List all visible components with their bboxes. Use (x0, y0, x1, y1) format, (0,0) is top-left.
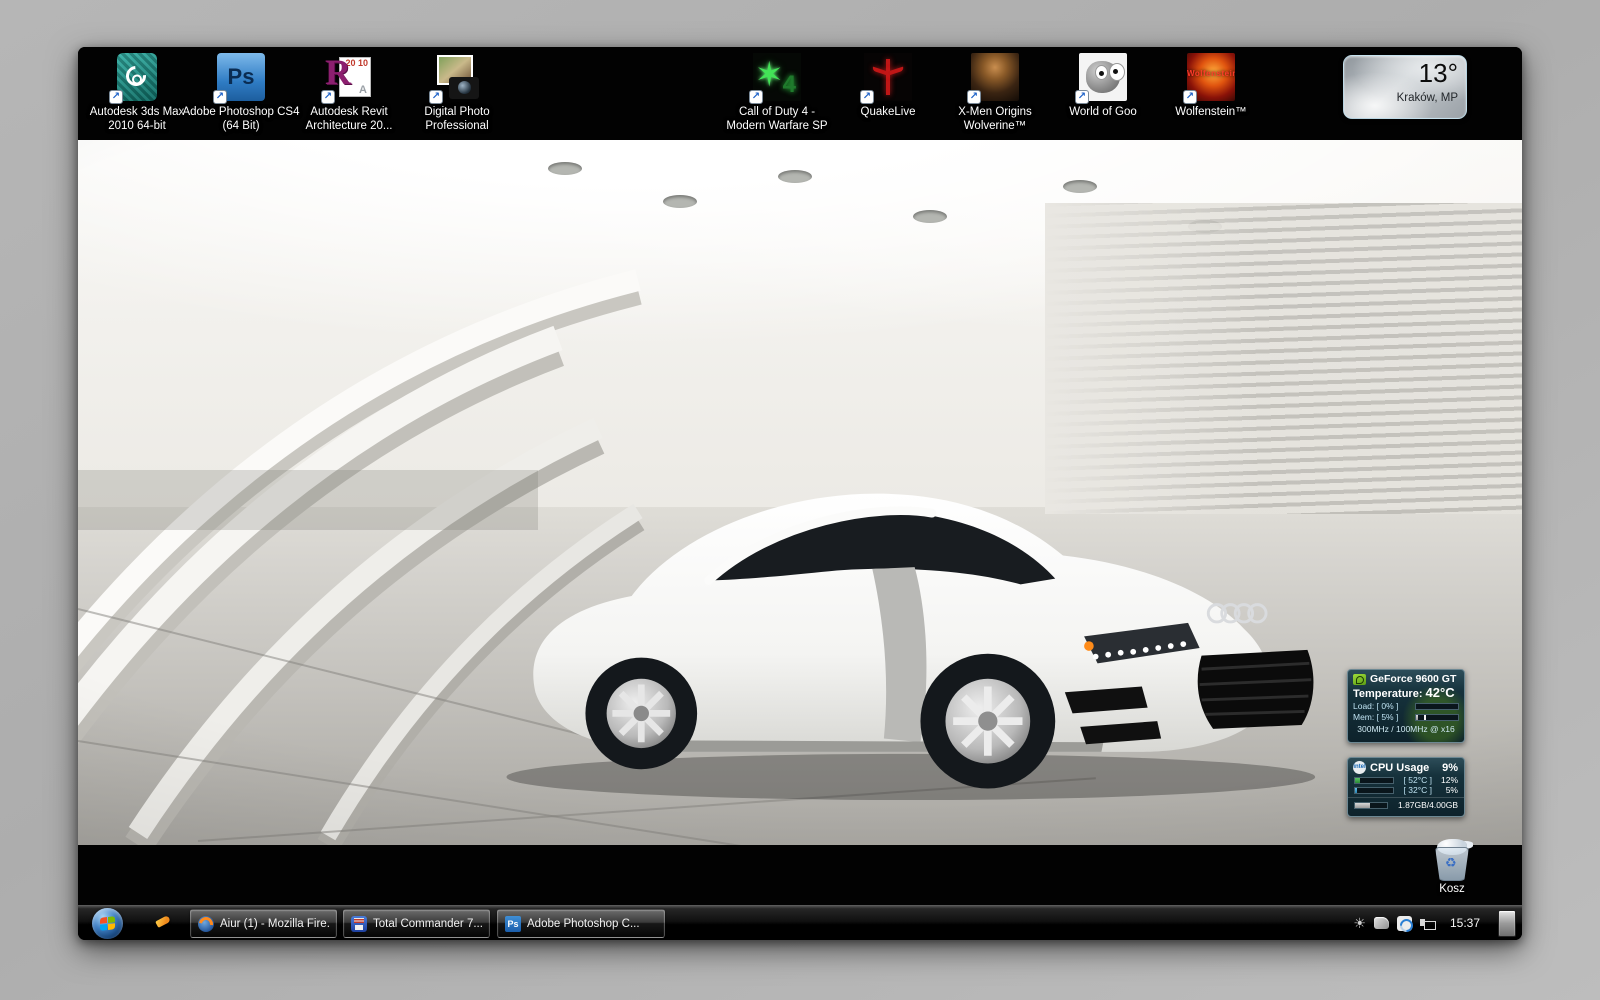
start-button[interactable] (92, 908, 123, 939)
cpu-core1-temp: [ 52°C ] (1398, 775, 1432, 785)
shortcut-arrow-icon: ↗ (860, 90, 874, 104)
desktop-icon-wolfenstein[interactable]: Wolfenstein ↗ Wolfenstein™ (1152, 53, 1270, 119)
shortcut-arrow-icon: ↗ (213, 90, 227, 104)
nvidia-logo-icon (1353, 674, 1366, 685)
gpu-temperature: Temperature: 42°C (1348, 685, 1464, 700)
gpu-mem-label: Mem: [ 5% ] (1353, 712, 1412, 722)
cpu-memory-row: 1.87GB/4.00GB (1348, 797, 1464, 810)
desktop-icon-label: Autodesk Revit Architecture 20... (290, 105, 408, 134)
taskbar-task-photoshop[interactable]: Ps Adobe Photoshop C... (497, 909, 665, 938)
desktop-bottom-band (78, 845, 1522, 905)
desktop-icon-revit[interactable]: R 20 10 A ↗ Autodesk Revit Architecture … (290, 53, 408, 134)
shortcut-arrow-icon: ↗ (429, 90, 443, 104)
desktop-icon-label: World of Goo (1044, 105, 1162, 119)
gpu-load-label: Load: [ 0% ] (1353, 701, 1412, 711)
gpu-gadget[interactable]: GeForce 9600 GT Temperature: 42°C Load: … (1347, 669, 1465, 743)
taskbar-task-total-commander[interactable]: Total Commander 7.... (343, 909, 490, 938)
cpu-usage-value: 9% (1442, 762, 1458, 774)
taskbar-edge-button[interactable] (1498, 910, 1516, 937)
cpu-title: CPU Usage (1370, 762, 1438, 774)
desktop-icon-label: QuakeLive (829, 105, 947, 119)
recycle-bin-icon (1434, 839, 1470, 881)
wallpaper (78, 140, 1522, 845)
wallpaper-vignette (78, 140, 1522, 845)
tray-network-icon[interactable] (1420, 917, 1436, 929)
desktop-icon-label: Digital Photo Professional (398, 105, 516, 134)
cpu-core2-temp: [ 32°C ] (1398, 785, 1432, 795)
weather-gadget[interactable]: 13° Kraków, MP (1343, 55, 1467, 119)
cpu-core-row: [ 32°C ] 5% (1348, 785, 1464, 795)
recycle-bin[interactable]: Kosz (1412, 839, 1492, 895)
cpu-core1-load: 12% (1436, 775, 1458, 785)
cpu-core-row: [ 52°C ] 12% (1348, 775, 1464, 785)
tray-scroll-icon[interactable] (1374, 917, 1389, 929)
photoshop-task-icon: Ps (505, 916, 521, 932)
desktop-icon-quakelive[interactable]: ↗ QuakeLive (829, 53, 947, 119)
cpu-memory-value: 1.87GB/4.00GB (1392, 800, 1458, 810)
gpu-title: GeForce 9600 GT (1370, 673, 1456, 685)
system-tray: ☀ 15:37 (1353, 906, 1516, 940)
tray-meter-icon[interactable] (1397, 916, 1412, 931)
shortcut-arrow-icon: ↗ (1075, 90, 1089, 104)
desktop-icon-photoshop[interactable]: Ps ↗ Adobe Photoshop CS4 (64 Bit) (182, 53, 300, 134)
gpu-clocks: 300MHz / 100MHz @ x16 (1348, 722, 1464, 734)
shortcut-arrow-icon: ↗ (1183, 90, 1197, 104)
desktop-icon-label: Adobe Photoshop CS4 (64 Bit) (182, 105, 300, 134)
windows-logo-icon (100, 916, 115, 931)
3ds-max-icon (117, 53, 157, 101)
gpu-mem-bar (1415, 714, 1459, 721)
shortcut-arrow-icon: ↗ (109, 90, 123, 104)
desktop-icon-label: Wolfenstein™ (1152, 105, 1270, 119)
desktop-icon-3ds-max[interactable]: ↗ Autodesk 3ds Max 2010 64-bit (78, 53, 196, 134)
shortcut-arrow-icon: ↗ (749, 90, 763, 104)
firefox-icon (198, 916, 214, 932)
weather-temperature: 13° (1419, 58, 1458, 89)
desktop-icon-label: Call of Duty 4 - Modern Warfare SP (718, 105, 836, 134)
intel-logo-icon: intel (1353, 761, 1366, 774)
taskbar: Aiur (1) - Mozilla Fire... Total Command… (78, 905, 1522, 940)
desktop-icon-label: Autodesk 3ds Max 2010 64-bit (78, 105, 196, 134)
total-commander-icon (351, 916, 367, 932)
desktop-icon-world-of-goo[interactable]: ↗ World of Goo (1044, 53, 1162, 119)
gpu-load-bar (1415, 703, 1459, 710)
desktop-icon-cod4[interactable]: ✶ 4 ↗ Call of Duty 4 - Modern Warfare SP (718, 53, 836, 134)
quick-launch-button[interactable] (154, 915, 172, 931)
desktop-icon-wolverine[interactable]: ↗ X-Men Origins Wolverine™ (936, 53, 1054, 134)
gpu-temperature-value: 42°C (1426, 685, 1455, 700)
taskbar-clock[interactable]: 15:37 (1444, 916, 1490, 930)
weather-location: Kraków, MP (1397, 92, 1458, 104)
cpu-core2-load: 5% (1436, 785, 1458, 795)
desktop-icon-label: X-Men Origins Wolverine™ (936, 105, 1054, 134)
desktop-icon-dpp[interactable]: ↗ Digital Photo Professional (398, 53, 516, 134)
quick-launch-icon (155, 915, 171, 928)
tray-sun-icon[interactable]: ☀ (1353, 916, 1366, 930)
recycle-bin-label: Kosz (1412, 883, 1492, 895)
cpu-gadget[interactable]: intel CPU Usage 9% [ 52°C ] 12% [ 32°C ]… (1347, 757, 1465, 817)
shortcut-arrow-icon: ↗ (967, 90, 981, 104)
desktop-screen: ↗ Autodesk 3ds Max 2010 64-bit Ps ↗ Adob… (78, 47, 1522, 940)
taskbar-task-firefox[interactable]: Aiur (1) - Mozilla Fire... (190, 909, 337, 938)
